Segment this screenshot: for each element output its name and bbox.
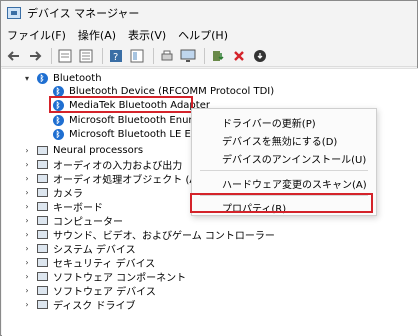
menu-item-scan-hardware[interactable]: ハードウェア変更のスキャン(A) xyxy=(192,174,376,192)
camera-icon xyxy=(36,186,48,198)
window-title: デバイス マネージャー xyxy=(27,7,140,20)
chevron-right-icon[interactable]: › xyxy=(22,160,32,169)
highlight-box-device xyxy=(49,96,193,113)
toolbar-separator xyxy=(204,47,205,64)
bluetooth-icon: ᛒ xyxy=(52,128,64,140)
back-icon[interactable] xyxy=(5,47,23,65)
menu-bar: ファイル(F) 操作(A) 表示(V) ヘルプ(H) xyxy=(1,25,417,45)
chevron-down-icon[interactable]: ▾ xyxy=(22,74,32,83)
chevron-right-icon[interactable]: › xyxy=(22,174,32,183)
menu-item-update-driver[interactable]: ドライバーの更新(P) xyxy=(192,113,376,131)
sound-icon xyxy=(36,228,48,240)
menu-item-uninstall-device[interactable]: デバイスのアンインストール(U) xyxy=(192,149,376,167)
device-manager-window: デバイス マネージャー ファイル(F) 操作(A) 表示(V) ヘルプ(H) ?… xyxy=(0,0,418,336)
software-device-icon xyxy=(36,284,48,296)
print-icon[interactable] xyxy=(158,47,176,65)
software-component-icon xyxy=(36,270,48,282)
audio-icon xyxy=(36,158,48,170)
chevron-right-icon[interactable]: › xyxy=(22,244,32,253)
computer-icon xyxy=(36,214,48,226)
toolbar-separator xyxy=(153,47,154,64)
device-manager-icon xyxy=(7,7,21,19)
list-icon[interactable] xyxy=(77,47,95,65)
toolbar: ? xyxy=(1,45,417,67)
uninstall-icon[interactable] xyxy=(230,47,248,65)
chevron-right-icon[interactable]: › xyxy=(22,272,32,281)
svg-text:?: ? xyxy=(113,52,118,63)
disable-icon[interactable] xyxy=(251,47,269,65)
processor-icon xyxy=(36,144,48,156)
menu-item-disable-device[interactable]: デバイスを無効にする(D) xyxy=(192,131,376,149)
help-icon[interactable]: ? xyxy=(107,47,125,65)
tree-category[interactable]: › ディスク ドライブ xyxy=(22,296,135,312)
chevron-right-icon[interactable]: › xyxy=(22,202,32,211)
system-device-icon xyxy=(36,242,48,254)
bluetooth-icon: ᛒ xyxy=(52,114,64,126)
toolbar-separator xyxy=(51,47,52,64)
menu-file[interactable]: ファイル(F) xyxy=(7,27,66,43)
chevron-right-icon[interactable]: › xyxy=(22,146,32,155)
menu-separator xyxy=(200,170,368,171)
monitor-icon[interactable] xyxy=(179,47,197,65)
highlight-box-properties xyxy=(190,193,373,213)
tree-label: Neural processors xyxy=(53,144,144,156)
chevron-right-icon[interactable]: › xyxy=(22,216,32,225)
details-icon[interactable] xyxy=(128,47,146,65)
forward-icon[interactable] xyxy=(26,47,44,65)
menu-action[interactable]: 操作(A) xyxy=(78,27,116,43)
chevron-right-icon[interactable]: › xyxy=(22,258,32,267)
chevron-right-icon[interactable]: › xyxy=(22,188,32,197)
chevron-right-icon[interactable]: › xyxy=(22,300,32,309)
properties-icon[interactable] xyxy=(56,47,74,65)
bluetooth-icon: ᛒ xyxy=(36,72,48,84)
tree-label: Bluetooth Device (RFCOMM Protocol TDI) xyxy=(69,85,275,97)
update-driver-icon[interactable] xyxy=(209,47,227,65)
title-bar: デバイス マネージャー xyxy=(1,1,417,25)
audio-processing-icon xyxy=(36,172,48,184)
chevron-right-icon[interactable]: › xyxy=(22,286,32,295)
keyboard-icon xyxy=(36,200,48,212)
tree-label: Bluetooth xyxy=(53,72,102,84)
disk-drive-icon xyxy=(36,298,48,310)
toolbar-separator xyxy=(102,47,103,64)
security-icon xyxy=(36,256,48,268)
menu-help[interactable]: ヘルプ(H) xyxy=(178,27,228,43)
menu-view[interactable]: 表示(V) xyxy=(128,27,166,43)
chevron-right-icon[interactable]: › xyxy=(22,230,32,239)
tree-label: ディスク ドライブ xyxy=(53,300,136,312)
